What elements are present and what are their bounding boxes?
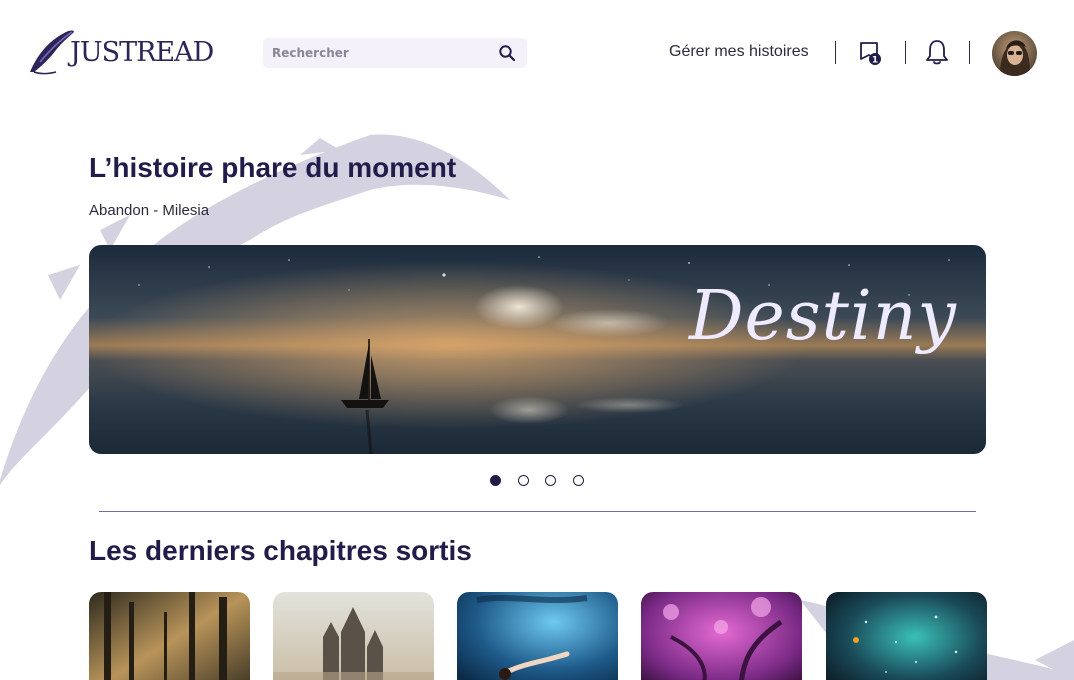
- search-input[interactable]: [263, 38, 493, 68]
- top-header: JUSTREAD Gérer mes histoires 1: [0, 0, 1074, 106]
- featured-story-banner[interactable]: Destiny: [89, 245, 986, 454]
- carousel-dot[interactable]: [545, 475, 556, 486]
- carousel-dot[interactable]: [518, 475, 529, 486]
- search-bar: [263, 38, 527, 68]
- bell-icon[interactable]: [925, 39, 949, 66]
- library-notification-icon[interactable]: 1: [858, 40, 884, 66]
- search-icon[interactable]: [498, 44, 516, 62]
- chapter-card[interactable]: [641, 592, 802, 680]
- app-logo[interactable]: JUSTREAD: [26, 28, 214, 78]
- chapter-card-image: [826, 592, 987, 680]
- chapter-card[interactable]: [89, 592, 250, 680]
- banner-title-text: Destiny: [689, 277, 957, 356]
- chapter-card-image: [641, 592, 802, 680]
- carousel-dot[interactable]: [573, 475, 584, 486]
- featured-story-subtitle: Abandon - Milesia: [89, 202, 210, 219]
- chapter-card[interactable]: [273, 592, 434, 680]
- user-avatar[interactable]: [992, 31, 1037, 76]
- chapter-card-image: [273, 592, 434, 680]
- section-divider: [99, 511, 976, 512]
- library-badge-count: 1: [872, 56, 878, 66]
- chapter-card[interactable]: [826, 592, 987, 680]
- header-divider: [905, 41, 906, 64]
- logo-wordmark: JUSTREAD: [70, 37, 214, 68]
- header-divider: [969, 41, 970, 64]
- latest-chapters-heading: Les derniers chapitres sortis: [89, 535, 472, 566]
- chapter-card[interactable]: [457, 592, 618, 680]
- header-divider: [835, 41, 836, 64]
- carousel-dot[interactable]: [490, 475, 501, 486]
- featured-story-heading: L’histoire phare du moment: [89, 152, 457, 183]
- carousel-indicators: [490, 475, 590, 487]
- manage-stories-link[interactable]: Gérer mes histoires: [669, 43, 809, 61]
- chapter-card-image: [457, 592, 618, 680]
- chapter-card-image: [89, 592, 250, 680]
